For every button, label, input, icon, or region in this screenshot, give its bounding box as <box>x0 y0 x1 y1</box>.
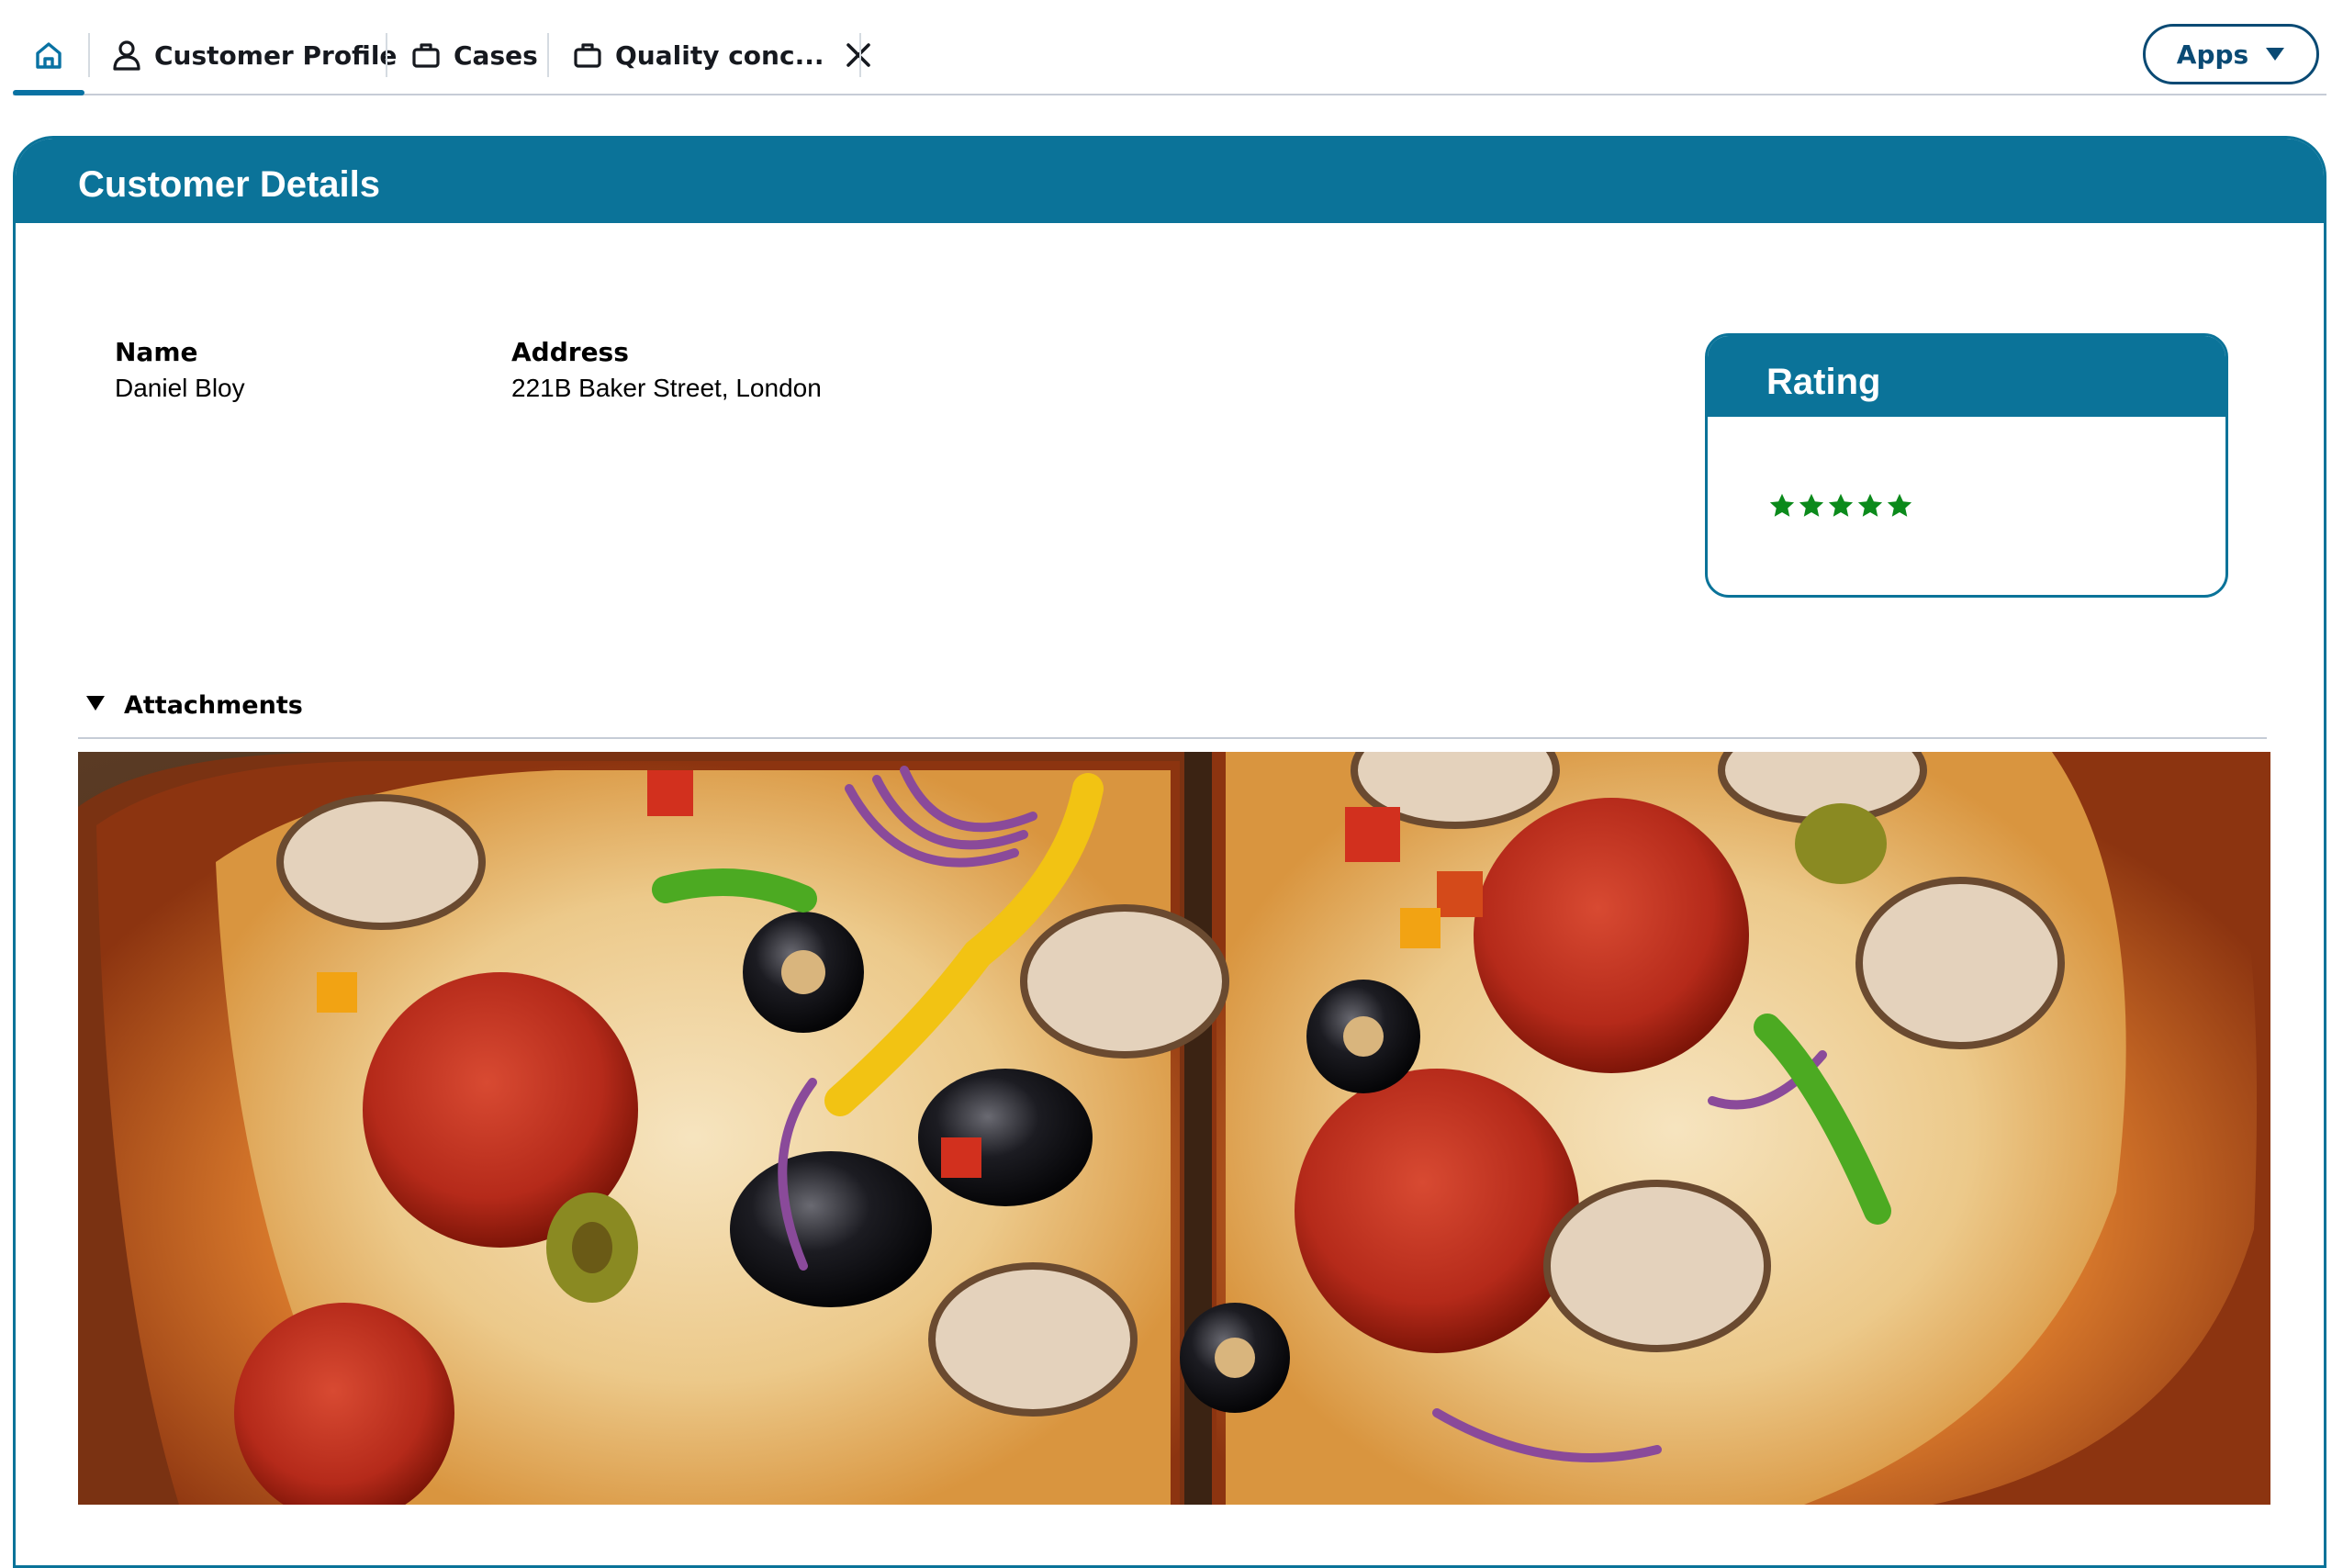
name-label: Name <box>115 337 198 367</box>
caret-down-icon <box>85 695 106 716</box>
tab-quality-concern[interactable]: Quality conc... <box>573 28 872 83</box>
rating-header: Rating <box>1708 336 2225 417</box>
attachments-toggle[interactable]: Attachments <box>85 691 303 720</box>
tab-divider <box>547 33 549 77</box>
active-tab-indicator <box>13 90 84 95</box>
customer-details-panel: Customer Details Name Daniel Bloy Addres… <box>13 136 2326 1568</box>
close-icon[interactable] <box>845 41 872 69</box>
rating-title: Rating <box>1766 362 1881 402</box>
address-label: Address <box>511 337 629 367</box>
customer-details-header: Customer Details <box>16 139 2324 223</box>
customer-details-title: Customer Details <box>78 164 380 205</box>
apps-button-label: Apps <box>2176 39 2249 70</box>
attachments-divider <box>78 737 2267 739</box>
user-icon <box>112 39 141 71</box>
tab-divider <box>386 33 387 77</box>
star-rating <box>1768 492 1913 520</box>
star-icon <box>1799 493 1824 517</box>
briefcase-icon <box>573 41 602 69</box>
pizza-attachment-image[interactable] <box>78 752 2270 1505</box>
tab-bar: Customer Profile Cases Quality conc... A… <box>13 0 2326 95</box>
star-icon <box>1887 493 1912 517</box>
caret-down-icon <box>2265 46 2285 62</box>
tab-quality-concern-label: Quality conc... <box>615 39 824 71</box>
star-icon <box>1828 493 1854 517</box>
briefcase-icon <box>411 41 441 69</box>
name-value: Daniel Bloy <box>115 374 245 402</box>
tab-divider <box>88 33 90 77</box>
star-icon <box>1857 493 1883 517</box>
tab-cases-label: Cases <box>454 39 538 71</box>
attachments-label: Attachments <box>124 691 303 720</box>
home-icon <box>33 39 64 71</box>
star-icon <box>1769 493 1795 517</box>
tab-cases[interactable]: Cases <box>411 28 538 83</box>
tab-home[interactable] <box>33 28 64 83</box>
rating-card: Rating <box>1705 333 2228 598</box>
tab-customer-profile[interactable]: Customer Profile <box>112 28 397 83</box>
apps-button[interactable]: Apps <box>2143 24 2319 84</box>
address-value: 221B Baker Street, London <box>511 374 822 402</box>
tab-divider <box>859 33 861 77</box>
tab-customer-profile-label: Customer Profile <box>154 39 398 71</box>
